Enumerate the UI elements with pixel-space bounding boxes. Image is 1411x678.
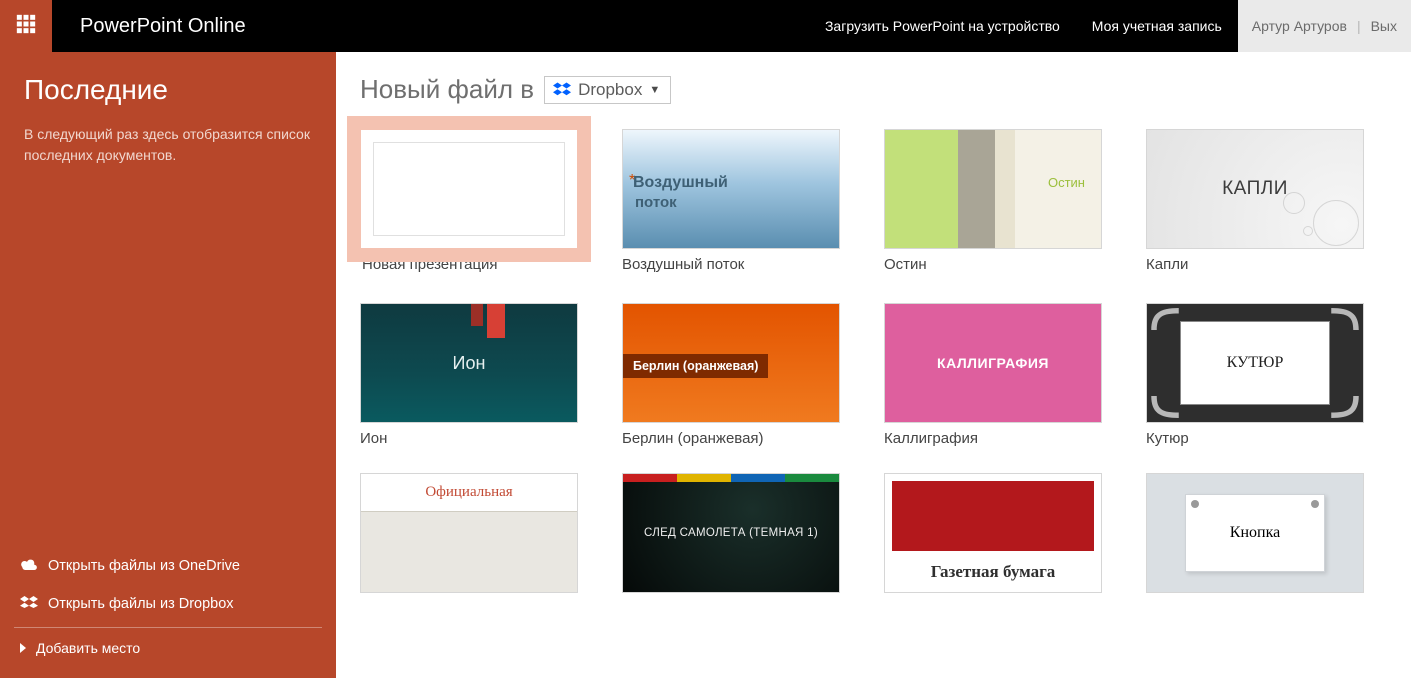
app-launcher-button[interactable]	[0, 0, 52, 52]
thumb-text: Газетная бумага	[892, 562, 1094, 582]
template-tile-austin[interactable]: Остин Остин	[884, 129, 1102, 277]
template-thumb: Берлин (оранжевая)	[622, 303, 840, 423]
thumb-text: Кнопка	[1230, 524, 1280, 542]
template-thumb: * Воздушный поток	[622, 129, 840, 249]
open-onedrive-label: Открыть файлы из OneDrive	[48, 558, 240, 574]
template-thumb: КУТЮР	[1146, 303, 1364, 423]
template-thumb: СЛЕД САМОЛЕТА (ТЕМНАЯ 1)	[622, 473, 840, 593]
template-thumb: Газетная бумага	[884, 473, 1102, 593]
download-link[interactable]: Загрузить PowerPoint на устройство	[809, 0, 1076, 52]
app-title: PowerPoint Online	[80, 15, 246, 38]
template-tile-couture[interactable]: КУТЮР Кутюр	[1146, 303, 1364, 447]
user-section: Артур Артуров | Вых	[1238, 0, 1411, 52]
spacer	[0, 166, 336, 547]
template-label: Кутюр	[1146, 430, 1364, 447]
chevron-down-icon: ▼	[649, 84, 660, 96]
cloud-icon	[20, 557, 38, 575]
template-label: Воздушный поток	[622, 256, 840, 273]
template-tile-ion[interactable]: Ион Ион	[360, 303, 578, 447]
template-thumb: Официальная	[360, 473, 578, 593]
user-name[interactable]: Артур Артуров	[1252, 18, 1347, 34]
account-link[interactable]: Моя учетная запись	[1076, 0, 1238, 52]
template-label: Капли	[1146, 256, 1364, 273]
add-place-label: Добавить место	[36, 640, 140, 656]
template-tile-trail[interactable]: СЛЕД САМОЛЕТА (ТЕМНАЯ 1)	[622, 473, 840, 600]
waffle-icon	[16, 14, 36, 39]
template-tile-newspaper[interactable]: Газетная бумага	[884, 473, 1102, 600]
template-thumb	[360, 129, 578, 249]
body: Последние В следующий раз здесь отобрази…	[0, 52, 1411, 678]
thumb-text: КАПЛИ	[1222, 178, 1288, 200]
thumb-text: КУТЮР	[1227, 354, 1284, 372]
template-thumb: Остин	[884, 129, 1102, 249]
template-tile-berlin[interactable]: Берлин (оранжевая) Берлин (оранжевая)	[622, 303, 840, 447]
separator: |	[1357, 18, 1361, 34]
template-tile-official[interactable]: Официальная	[360, 473, 578, 600]
template-thumb: Ион	[360, 303, 578, 423]
open-dropbox-button[interactable]: Открыть файлы из Dropbox	[14, 585, 322, 623]
template-tile-button[interactable]: Кнопка	[1146, 473, 1364, 600]
thumb-text: СЛЕД САМОЛЕТА (ТЕМНАЯ 1)	[644, 527, 818, 539]
thumb-text: Официальная	[425, 484, 512, 501]
template-thumb: Кнопка	[1146, 473, 1364, 593]
thumb-text: Ион	[453, 353, 486, 374]
topbar: PowerPoint Online Загрузить PowerPoint н…	[0, 0, 1411, 52]
template-tile-calligraphy[interactable]: КАЛЛИГРАФИЯ Каллиграфия	[884, 303, 1102, 447]
thumb-text: Берлин (оранжевая)	[623, 354, 768, 378]
thumb-text: Остин	[1048, 175, 1085, 190]
open-dropbox-label: Открыть файлы из Dropbox	[48, 596, 234, 612]
sidebar: Последние В следующий раз здесь отобрази…	[0, 52, 336, 678]
thumb-text: Воздушный	[633, 174, 728, 192]
location-label: Dropbox	[578, 80, 642, 100]
sign-out-link[interactable]: Вых	[1371, 18, 1397, 34]
recent-empty-message: В следующий раз здесь отобразится список…	[24, 124, 312, 166]
template-tile-drops[interactable]: КАПЛИ Капли	[1146, 129, 1364, 277]
dropbox-icon	[20, 595, 38, 613]
add-place-button[interactable]: Добавить место	[14, 627, 322, 666]
sidebar-recent: Последние В следующий раз здесь отобрази…	[0, 52, 336, 166]
dropbox-icon	[553, 82, 571, 98]
new-file-heading: Новый файл в Dropbox ▼	[360, 74, 1387, 105]
sidebar-actions: Открыть файлы из OneDrive Открыть файлы …	[0, 547, 336, 678]
thumb-text: поток	[635, 194, 677, 211]
template-label: Берлин (оранжевая)	[622, 430, 840, 447]
template-grid: Новая презентация * Воздушный поток Возд…	[360, 129, 1387, 600]
template-thumb: КАЛЛИГРАФИЯ	[884, 303, 1102, 423]
open-onedrive-button[interactable]: Открыть файлы из OneDrive	[14, 547, 322, 585]
template-label: Новая презентация	[360, 256, 578, 273]
template-label: Остин	[884, 256, 1102, 273]
location-dropdown[interactable]: Dropbox ▼	[544, 76, 671, 104]
caret-right-icon	[20, 643, 26, 653]
template-tile-air[interactable]: * Воздушный поток Воздушный поток	[622, 129, 840, 277]
app-root: PowerPoint Online Загрузить PowerPoint н…	[0, 0, 1411, 678]
recent-heading: Последние	[24, 74, 312, 106]
thumb-text: КАЛЛИГРАФИЯ	[937, 355, 1049, 371]
template-label: Ион	[360, 430, 578, 447]
template-tile-blank[interactable]: Новая презентация	[360, 129, 578, 273]
new-file-label: Новый файл в	[360, 74, 534, 105]
main-area: Новый файл в Dropbox ▼ Новая презентация…	[336, 52, 1411, 678]
template-thumb: КАПЛИ	[1146, 129, 1364, 249]
template-label: Каллиграфия	[884, 430, 1102, 447]
